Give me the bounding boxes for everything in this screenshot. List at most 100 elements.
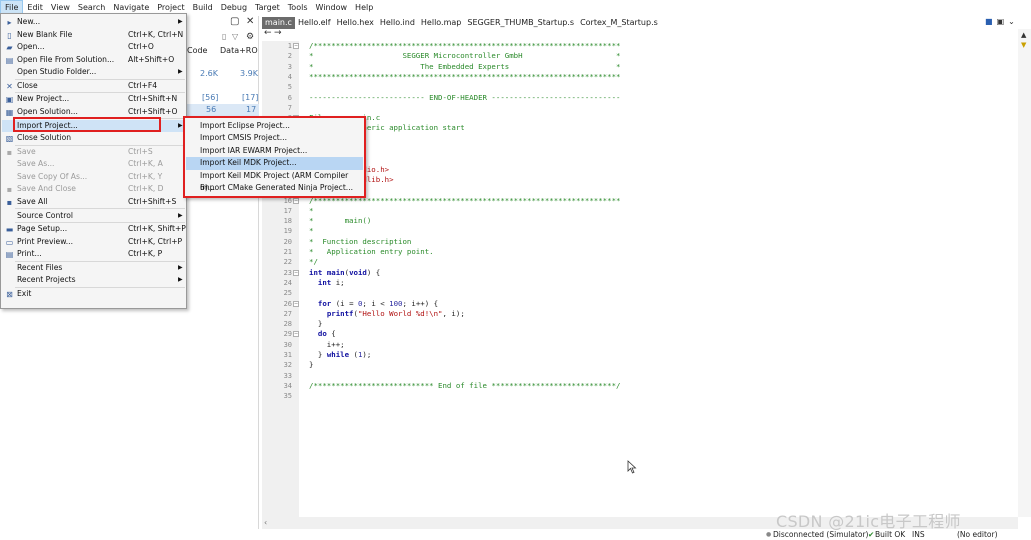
scroll-up-icon[interactable]: ▲ xyxy=(1021,31,1026,39)
code-token: */ xyxy=(309,257,318,267)
import-menu-item[interactable]: Import Keil MDK Project... xyxy=(186,157,363,170)
back-arrow-icon[interactable]: ← xyxy=(264,28,272,38)
code-line: i++; xyxy=(309,340,345,350)
code-column-header[interactable]: Code xyxy=(187,46,207,55)
editor-tab[interactable]: main.c xyxy=(262,16,295,29)
file-menu-item-exit[interactable]: ⊠ Exit xyxy=(2,288,186,301)
code-line: for (i = 0; i < 100; i++) { xyxy=(309,299,438,309)
size-row[interactable]: [56] [17] xyxy=(186,92,259,104)
menu-item-label: Close xyxy=(17,80,38,90)
size-row[interactable]: 56 17 xyxy=(186,104,259,116)
mouse-cursor-icon xyxy=(627,460,637,474)
file-menu-item-recent-files[interactable]: Recent Files ▶ xyxy=(2,262,186,275)
new-project-icon: ▣ xyxy=(5,95,14,105)
file-menu-item-save[interactable]: ▪ Save Ctrl+S xyxy=(2,146,186,159)
file-menu-item-new-project[interactable]: ▣ New Project... Ctrl+Shift+N xyxy=(2,93,186,106)
menu-item-label: Import Eclipse Project... xyxy=(200,121,290,130)
warning-marker-icon: ▼ xyxy=(1021,41,1027,49)
line-number: 5 xyxy=(287,83,292,92)
code-token: * main() xyxy=(309,216,372,226)
file-menu-item-save-and-close[interactable]: ▪ Save And Close Ctrl+K, D xyxy=(2,183,186,196)
import-menu-item[interactable]: Import CMake Generated Ninja Project... xyxy=(186,182,363,194)
print-icon: ▤ xyxy=(5,250,14,260)
import-menu-item[interactable]: Import CMSIS Project... xyxy=(186,132,363,144)
exit-icon: ⊠ xyxy=(6,290,13,300)
menu-item-shortcut: Ctrl+K, Ctrl+N xyxy=(128,29,184,39)
import-menu-item[interactable]: Import IAR EWARM Project... xyxy=(186,145,363,157)
panel-toolbar-secondary: ▯ ▽ ⚙ xyxy=(186,30,259,44)
size-row[interactable]: 2.6K 3.9K xyxy=(186,68,259,80)
menu-item-label: Open... xyxy=(17,42,45,51)
file-menu-item-save-as[interactable]: Save As... Ctrl+K, A xyxy=(2,158,186,171)
editor-tab[interactable]: Hello.elf xyxy=(295,17,334,29)
chevron-down-icon[interactable]: ⌄ xyxy=(1008,17,1015,26)
file-menu-item-save-copy-of-as[interactable]: Save Copy Of As... Ctrl+K, Y xyxy=(2,171,186,184)
menu-window[interactable]: Window xyxy=(312,0,352,16)
menu-debug[interactable]: Debug xyxy=(217,0,251,16)
open-solution-file-icon: ▤ xyxy=(5,55,14,65)
close-panel-icon[interactable]: ✕ xyxy=(246,16,254,27)
code-token: , i); xyxy=(442,308,465,318)
menu-item-label: Import Keil MDK Project... xyxy=(200,158,297,168)
code-editor[interactable]: /***************************************… xyxy=(299,41,1018,517)
code-line: /***************************************… xyxy=(309,41,620,51)
line-number: 29 xyxy=(283,330,292,339)
file-menu-item-new[interactable]: ▸ New... ▶ xyxy=(2,16,186,29)
menu-target[interactable]: Target xyxy=(251,0,284,16)
line-number: 6 xyxy=(287,93,292,102)
editor-tabbar: main.c Hello.elf Hello.hex Hello.ind Hello.m… xyxy=(262,16,1031,29)
file-menu-item-open[interactable]: ▰ Open... Ctrl+O xyxy=(2,41,186,54)
file-menu-item-close-solution[interactable]: ▧ Close Solution xyxy=(2,132,186,145)
code-line: -------------------------- END-OF-HEADER… xyxy=(309,93,620,103)
line-number: 33 xyxy=(283,371,292,380)
code-line: * xyxy=(309,226,313,236)
menu-build[interactable]: Build xyxy=(189,0,217,16)
maximize-icon[interactable]: ▢ xyxy=(230,16,239,27)
menu-help[interactable]: Help xyxy=(351,0,377,16)
data-ro-column-header[interactable]: Data+RO xyxy=(220,46,258,55)
data-size-value: 3.9K xyxy=(240,69,258,78)
file-menu-item-open-studio-folder[interactable]: Open Studio Folder... ▶ xyxy=(2,66,186,79)
menu-item-label: Open Studio Folder... xyxy=(17,67,97,76)
code-token: /*************************** End of file… xyxy=(309,380,621,390)
tab-list-icon[interactable]: ▣ xyxy=(997,17,1005,26)
open-solution-icon: ▦ xyxy=(5,107,14,117)
file-menu-item-open-file-from-solution[interactable]: ▤ Open File From Solution... Alt+Shift+O xyxy=(2,54,186,67)
scroll-left-icon[interactable]: ‹ xyxy=(264,518,267,527)
menu-item-shortcut: Ctrl+K, Ctrl+P xyxy=(128,236,183,246)
file-menu-item-print-preview[interactable]: ▭ Print Preview... Ctrl+K, Ctrl+P xyxy=(2,236,186,249)
import-menu-item[interactable]: Import Eclipse Project... xyxy=(186,120,363,132)
file-menu-item-new-blank-file[interactable]: ▯ New Blank File Ctrl+K, Ctrl+N xyxy=(2,29,186,42)
file-menu-item-save-all[interactable]: ▪ Save All Ctrl+Shift+S xyxy=(2,196,186,209)
file-menu-item-source-control[interactable]: Source Control ▶ xyxy=(2,210,186,223)
code-line: } xyxy=(309,319,322,329)
file-menu-item-close[interactable]: ✕ Close Ctrl+F4 xyxy=(2,80,186,93)
import-menu-item[interactable]: Import Keil MDK Project (ARM Compiler 6)… xyxy=(186,170,363,192)
editor-tab[interactable]: Hello.map xyxy=(418,17,464,29)
document-icon[interactable]: ▯ xyxy=(222,32,226,41)
settings-gear-icon[interactable]: ⚙ xyxy=(246,32,254,42)
new-file-icon: ▸ xyxy=(7,18,12,27)
editor-tab[interactable]: Cortex_M_Startup.s xyxy=(577,17,661,29)
file-menu-item-page-setup[interactable]: ▬ Page Setup... Ctrl+K, Shift+P xyxy=(2,223,186,236)
menu-item-shortcut: Ctrl+Shift+S xyxy=(128,196,177,206)
size-column-header: Code Data+RO xyxy=(186,44,259,58)
code-line: } while (1); xyxy=(309,350,371,360)
line-number: 31 xyxy=(283,351,292,359)
editor-tab[interactable]: Hello.ind xyxy=(377,17,418,29)
editor-tab[interactable]: Hello.hex xyxy=(334,17,377,29)
file-menu-item-recent-projects[interactable]: Recent Projects ▶ xyxy=(2,274,186,287)
code-token: ( xyxy=(349,350,358,359)
line-number: 35 xyxy=(283,392,292,401)
submenu-arrow-icon: ▶ xyxy=(178,121,183,129)
line-number: 22 xyxy=(283,258,292,267)
line-number: 23 xyxy=(283,268,292,277)
code-line: */ xyxy=(309,257,318,267)
menu-item-label: New Blank File xyxy=(17,29,73,39)
forward-arrow-icon[interactable]: → xyxy=(274,28,282,38)
menu-tools[interactable]: Tools xyxy=(284,0,312,16)
file-menu-item-print[interactable]: ▤ Print... Ctrl+K, P xyxy=(2,248,186,261)
filter-icon[interactable]: ▽ xyxy=(232,32,238,41)
editor-tab[interactable]: SEGGER_THUMB_Startup.s xyxy=(464,17,577,29)
